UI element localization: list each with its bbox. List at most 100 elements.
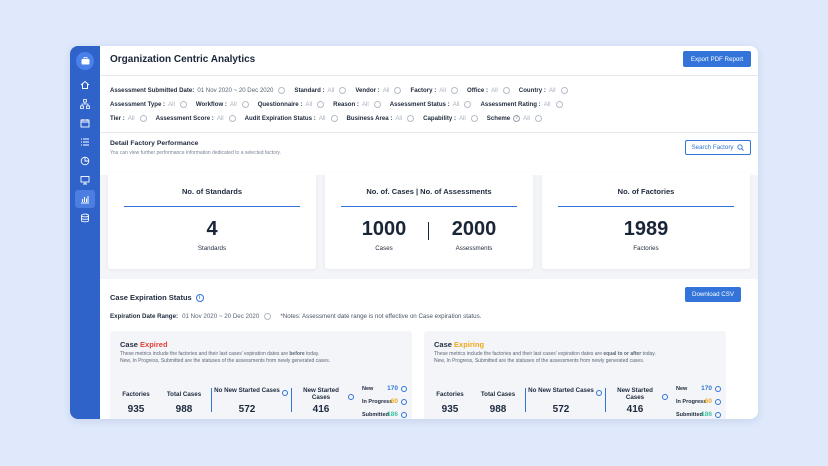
filter-business-area[interactable]: Business Area : All [346,114,415,122]
clear-icon[interactable] [407,114,415,122]
app-window: Organization Centric Analytics Export PD… [70,46,758,419]
info-icon[interactable] [715,386,721,392]
briefcase-icon[interactable] [76,52,94,70]
filter-label: Factory : [410,86,437,94]
clear-icon[interactable] [451,86,459,94]
clear-icon[interactable] [470,114,478,122]
filter-value: All [382,86,390,94]
download-csv-button[interactable]: Download CSV [685,287,741,302]
desc-text: New, In Progress, Submitted are the stat… [434,358,645,364]
filter-label: Business Area : [346,114,393,122]
home-icon[interactable] [75,76,95,94]
case-expiration-title: Case Expiration Status [110,293,192,302]
filter-label: Capability : [423,114,456,122]
assessments-label: Assessments [455,245,493,252]
clear-icon[interactable] [339,86,347,94]
assessments-count: 2000 [451,218,497,240]
case-expired-panel: Case Expired These metrics include the f… [110,331,412,419]
filter-factory[interactable]: Factory : All [410,86,459,94]
filter-office[interactable]: Office : All [467,86,510,94]
no-new-started-label: No New Started Cases [214,387,280,394]
clear-icon[interactable] [317,100,325,108]
clear-icon[interactable] [139,114,147,122]
clear-icon[interactable] [278,86,286,94]
filter-submitted-date[interactable]: Assessment Submitted Date: 01 Nov 2020 ~ … [110,86,286,94]
info-icon[interactable]: i [195,293,204,302]
range-label: Expiration Date Range: [110,313,179,320]
filter-value: All [168,100,175,108]
filter-questionnaire[interactable]: Questionnaire : All [258,100,325,108]
clear-icon[interactable] [502,86,510,94]
detail-title: Detail Factory Performance [110,140,199,147]
filter-assessment-score[interactable]: Assessment Score : All [155,114,236,122]
info-icon[interactable] [596,390,602,396]
pie-chart-icon[interactable] [75,152,95,170]
card-heading: No. of Standards [181,187,242,196]
new-label: New [676,386,688,392]
filter-value: All [439,86,447,94]
info-icon[interactable] [662,394,668,400]
filter-value: All [327,86,335,94]
filter-label: Assessment Submitted Date: [110,86,195,94]
filter-country[interactable]: Country : All [519,86,568,94]
search-factory-button[interactable]: Search Factory [685,140,751,155]
factories-stat-value: 935 [127,404,145,415]
info-icon[interactable] [401,412,407,418]
help-icon[interactable]: ? [513,114,521,122]
bar-chart-icon[interactable] [75,190,95,208]
clear-icon[interactable] [373,100,381,108]
info-icon[interactable] [348,394,354,400]
filter-standard[interactable]: Standard : All [294,86,347,94]
filter-workflow[interactable]: Workflow : All [195,100,249,108]
info-icon[interactable] [715,412,721,418]
database-icon[interactable] [75,209,95,227]
export-pdf-button[interactable]: Export PDF Report [683,51,751,67]
info-icon[interactable] [282,390,288,396]
filter-assessment-status[interactable]: Assessment Status : All [390,100,472,108]
info-icon[interactable] [401,399,407,405]
case-expiration-heading: Case Expiration Status i [110,293,204,302]
filter-value: All [523,114,530,122]
clear-icon[interactable] [534,114,542,122]
filter-label: Assessment Type : [110,100,166,108]
filter-label: Workflow : [195,100,227,108]
filter-assessment-type[interactable]: Assessment Type : All [110,100,187,108]
filter-audit-expiration[interactable]: Audit Expiration Status : All [245,114,338,122]
clear-icon[interactable] [330,114,338,122]
no-new-started-value: 572 [552,404,570,415]
new-started-value: 416 [312,404,330,415]
clear-icon[interactable] [264,313,272,320]
top-bar: Organization Centric Analytics Export PD… [100,46,758,76]
desc-emphasis: equal to or after [603,351,642,357]
search-icon [737,144,745,151]
card-divider [124,206,300,207]
standards-label: Standards [197,245,227,252]
new-started-label: New Started Cases [303,387,339,401]
filter-value: All [491,86,498,94]
clear-icon[interactable] [228,114,236,122]
info-icon[interactable] [715,399,721,405]
clear-icon[interactable] [179,100,187,108]
range-value[interactable]: 01 Nov 2020 ~ 20 Dec 2020 [182,313,259,320]
filter-reason[interactable]: Reason : All [333,100,381,108]
org-chart-icon[interactable] [75,95,95,113]
clear-icon[interactable] [394,86,402,94]
list-icon[interactable] [75,133,95,151]
standards-card: No. of Standards 4 Standards [108,173,316,269]
filter-label: Assessment Score : [155,114,214,122]
monitor-icon[interactable] [75,171,95,189]
clear-icon[interactable] [555,100,563,108]
filter-tier[interactable]: Tier : All [110,114,147,122]
in-progress-value: 60 [704,398,712,405]
panel-title-prefix: Case [434,340,452,349]
filter-capability[interactable]: Capability : All [423,114,478,122]
filter-vendor[interactable]: Vendor : All [355,86,402,94]
filter-assessment-rating[interactable]: Assessment Rating : All [480,100,563,108]
info-icon[interactable] [401,386,407,392]
filter-scheme[interactable]: Scheme? All [487,114,542,122]
calendar-icon[interactable] [75,114,95,132]
clear-icon[interactable] [560,86,568,94]
clear-icon[interactable] [241,100,249,108]
clear-icon[interactable] [464,100,472,108]
filter-label: Office : [467,86,489,94]
